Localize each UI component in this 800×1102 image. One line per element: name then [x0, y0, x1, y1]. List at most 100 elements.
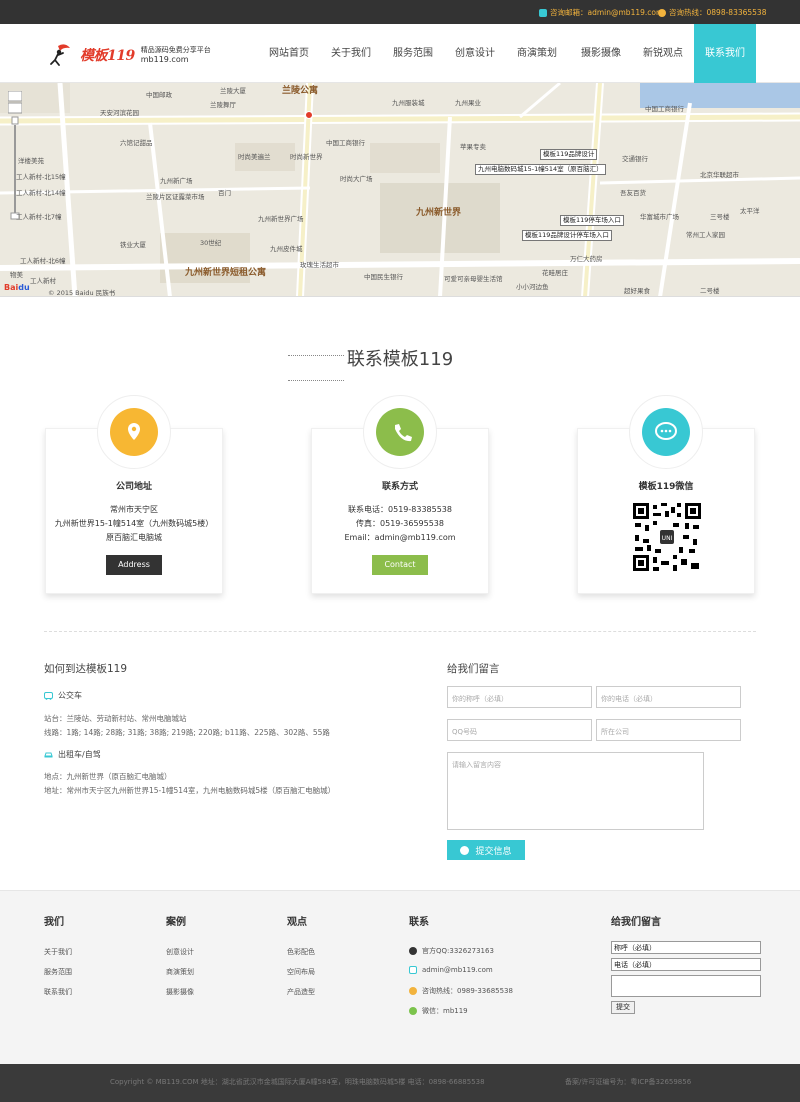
map-area-label: 九州新世界 [416, 208, 462, 218]
logo-figure-icon [48, 42, 74, 68]
bus-icon [44, 691, 53, 700]
contact-button[interactable]: Contact [372, 555, 428, 575]
submit-button[interactable]: 提交信息 [447, 840, 525, 860]
map-label: 中国民生银行 [364, 273, 403, 281]
bus-lines: 线路：1路; 14路; 28路; 31路; 38路; 219路; 220路; b… [44, 728, 330, 737]
footer-phone-input[interactable]: 电话（必填） [611, 958, 761, 971]
map-label: 工人新村-北7幢 [16, 213, 62, 221]
footer-link[interactable]: 创意设计 [166, 947, 194, 957]
footer-message-textarea[interactable] [611, 975, 761, 997]
title-dots-under [288, 380, 344, 381]
footer-link[interactable]: 联系我们 [44, 987, 72, 997]
route-title: 如何到达模板119 [44, 663, 128, 675]
footer-link[interactable]: 空间布局 [287, 967, 315, 977]
map-label: 太平洋 [740, 207, 760, 215]
map-label: 六馆记甜品 [120, 139, 153, 147]
wechat-qr-code: UNI [633, 503, 701, 571]
map-label: 华富城市广场 [640, 213, 679, 221]
company-input[interactable]: 所在公司 [596, 719, 741, 741]
map-label: 北京华联超市 [700, 171, 739, 179]
qq-input[interactable]: QQ号码 [447, 719, 592, 741]
message-textarea[interactable]: 请输入留言内容 [447, 752, 704, 830]
map-label: 兰陵片区证露菜市场 [146, 193, 205, 201]
map-label: 中国工商银行 [326, 139, 365, 147]
card-line: 九州新世界15-1幢514室（九州数码城5楼） [54, 519, 214, 528]
footer-link[interactable]: 摄影摄像 [166, 987, 194, 997]
map-label: 交通银行 [622, 155, 648, 163]
map-label: 可爱可亲母婴生活馆 [444, 275, 503, 283]
logo-text: 精品源码免费分享平台 mb119.com [140, 46, 211, 64]
footer-qq: 官方QQ:3326273163 [409, 946, 494, 956]
map-label: 时尚新世界 [290, 153, 323, 161]
taxi-address: 地址：常州市天宁区九州新世界15-1幢514室，九州电脑数码城5楼（原百脑汇电脑… [44, 786, 336, 795]
card-line: 联系电话：0519-83385538 [348, 505, 452, 514]
nav-home[interactable]: 网站首页 [260, 24, 318, 83]
baidu-map[interactable]: 兰陵大厦 中国邮政 兰陵公寓 兰陵舞厅 天安河滨花园 九州服装城 九州果业 中国… [0, 83, 800, 297]
site-logo[interactable]: 模板119 精品源码免费分享平台 mb119.com [48, 42, 211, 68]
footer-submit-button[interactable]: 提交 [611, 1001, 635, 1014]
map-label: 洋楼美苑 [18, 157, 44, 165]
map-label: 苹果专卖 [460, 143, 486, 151]
card-lines: 联系电话：0519-83385538 传真：0519-36595538 Emai… [312, 503, 488, 545]
map-label: 中国邮政 [146, 91, 172, 99]
card-lines: 常州市天宁区 九州新世界15-1幢514室（九州数码城5楼） 原百脑汇电脑城 [46, 503, 222, 545]
footer-name-input[interactable]: 称呼（必填） [611, 941, 761, 954]
nav-contact[interactable]: 联系我们 [694, 24, 756, 83]
footer-link[interactable]: 产品造型 [287, 987, 315, 997]
nav-events[interactable]: 商演策划 [508, 24, 566, 83]
footer-link[interactable]: 色彩配色 [287, 947, 315, 957]
map-marker-label[interactable]: 模板119品牌设计停车场入口 [522, 230, 612, 241]
wechat-card: 模板119微信 UNI [577, 395, 755, 594]
footer-contact-title: 联系 [409, 917, 429, 928]
map-label: 兰陵大厦 [220, 87, 246, 95]
name-input[interactable]: 你的称呼（必填） [447, 686, 592, 708]
map-marker-label[interactable]: 九州电脑数码城15-1幢514室（原百脑汇） [475, 164, 606, 175]
map-marker-label[interactable]: 模板119停车场入口 [560, 215, 624, 226]
map-marker-label[interactable]: 模板119品牌设计 [540, 149, 598, 160]
map-label: 中国工商银行 [645, 105, 684, 113]
nav-views[interactable]: 新锐观点 [634, 24, 692, 83]
map-label: 万仁大药房 [570, 255, 603, 263]
nav-photo[interactable]: 摄影摄像 [570, 24, 632, 83]
card-line: 原百脑汇电脑城 [106, 533, 162, 542]
map-label: 九州皮件城 [270, 245, 303, 253]
map-area-label: 兰陵公寓 [282, 86, 319, 96]
icp-text: 备案/许可证编号为：粤ICP备32659856 [565, 1078, 692, 1086]
map-label: 时尚大广场 [340, 175, 373, 183]
map-label: 工人新村-北6幢 [20, 257, 66, 265]
map-label: 30世纪 [200, 239, 222, 247]
nav-services[interactable]: 服务范围 [384, 24, 442, 83]
phone-icon [658, 8, 666, 17]
card-line: 传真：0519-36595538 [356, 519, 444, 528]
map-label: 常州工人家园 [686, 231, 725, 239]
nav-design[interactable]: 创意设计 [446, 24, 504, 83]
bus-stops: 站台：兰陵站、劳动新村站、常州电脑城站 [44, 714, 187, 723]
map-label: 工人新村-北15幢 [16, 173, 66, 181]
mail-icon [409, 966, 417, 974]
map-pin-icon[interactable] [305, 111, 313, 119]
copyright-text: Copyright © MB119.COM 地址：湖北省武汉市金城国际大厦A幢5… [110, 1078, 485, 1086]
section-title: 联系模板119 [346, 349, 454, 370]
submit-check-icon [460, 845, 470, 855]
footer-col-title: 观点 [287, 917, 307, 928]
svg-text:UNI: UNI [662, 535, 673, 542]
map-label: 时尚美遍兰 [238, 153, 271, 161]
map-label: 工人新村 [30, 277, 56, 285]
footer-link[interactable]: 商演策划 [166, 967, 194, 977]
topbar-email[interactable]: 咨询邮箱：admin@mb119.com [539, 7, 663, 18]
map-label: 小小河边鱼 [516, 283, 549, 291]
map-label: 百门 [218, 189, 231, 197]
map-copyright: © 2015 Baidu 民族书 [48, 289, 116, 297]
footer-col-title: 案例 [166, 917, 186, 928]
nav-about[interactable]: 关于我们 [322, 24, 380, 83]
footer-link[interactable]: 服务范围 [44, 967, 72, 977]
copyright-bar: Copyright © MB119.COM 地址：湖北省武汉市金城国际大厦A幢5… [0, 1064, 800, 1102]
address-button[interactable]: Address [106, 555, 162, 575]
taxi-heading: 出租车/自驾 [44, 749, 101, 760]
car-icon [44, 751, 53, 759]
baidu-logo: Baidu [4, 283, 30, 292]
section-divider [44, 631, 756, 632]
footer-link[interactable]: 关于我们 [44, 947, 72, 957]
map-label: 天安河滨花园 [100, 109, 139, 117]
phone-input[interactable]: 你的电话（必填） [596, 686, 741, 708]
